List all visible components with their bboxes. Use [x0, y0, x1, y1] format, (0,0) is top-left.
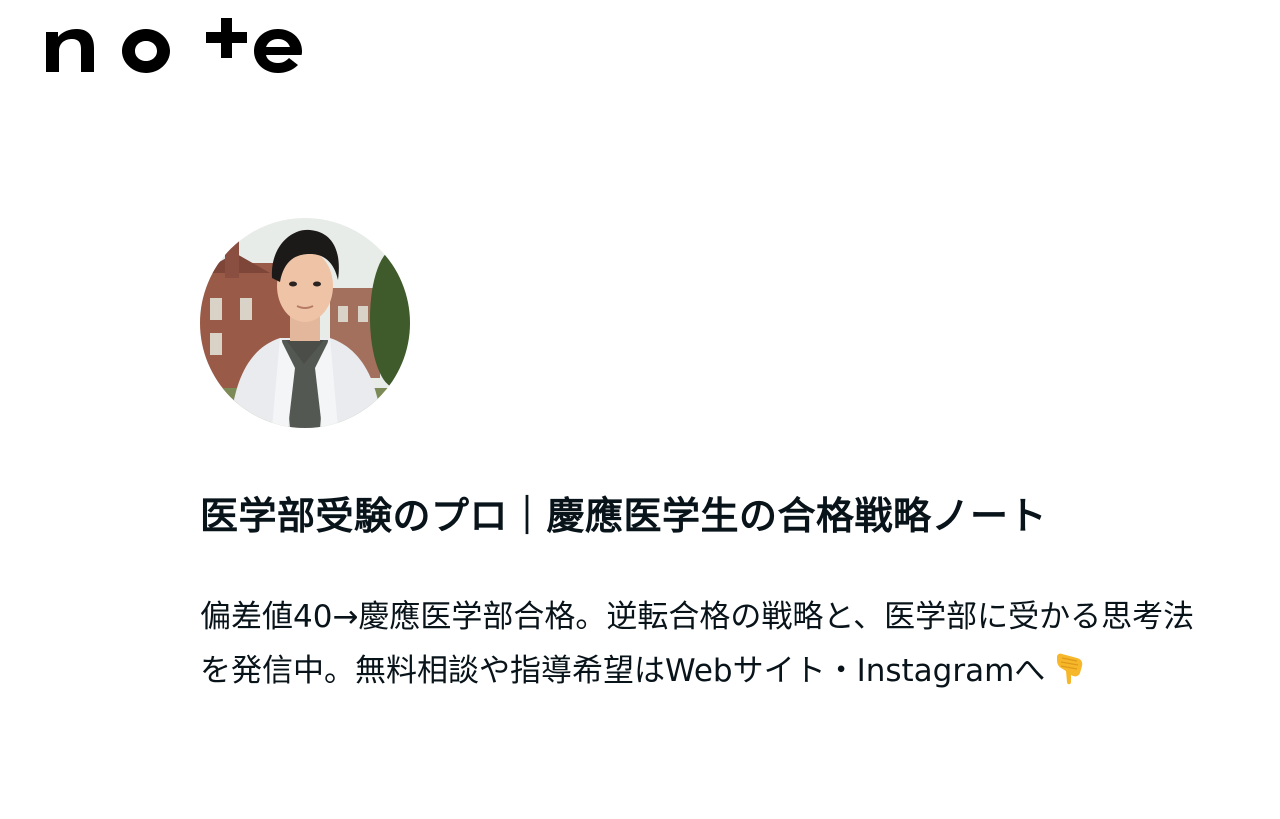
profile-name: 医学部受験のプロ｜慶應医学生の合格戦略ノート	[200, 494, 1048, 538]
pointing-down-hand-icon	[1051, 650, 1087, 704]
profile-bio: 偏差値40→慶應医学部合格。逆転合格の戦略と、医学部に受かる思考法を発信中。無料…	[200, 590, 1200, 704]
note-logo[interactable]	[44, 14, 306, 80]
profile-bio-text: 偏差値40→慶應医学部合格。逆転合格の戦略と、医学部に受かる思考法を発信中。無料…	[200, 599, 1195, 689]
profile-avatar[interactable]	[200, 218, 410, 428]
profile-avatar-photo	[200, 218, 410, 428]
profile-section: 医学部受験のプロ｜慶應医学生の合格戦略ノート 偏差値40→慶應医学部合格。逆転合…	[200, 218, 1200, 704]
